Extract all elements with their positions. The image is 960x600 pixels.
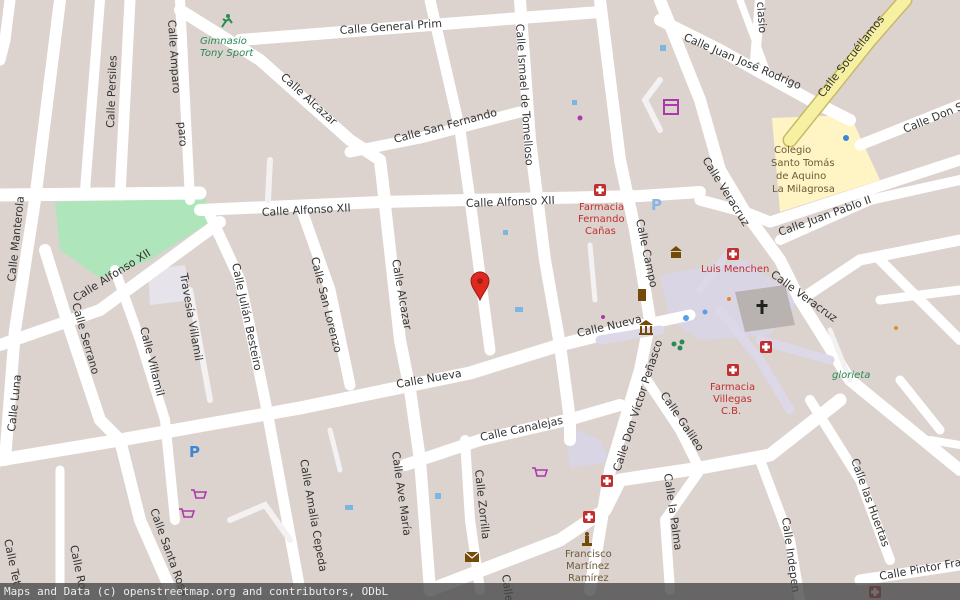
- poi-label-cb: C.B.: [721, 406, 741, 417]
- pharmacy-cross-icon[interactable]: [601, 475, 613, 487]
- poi-label-francisco: Francisco: [565, 549, 612, 560]
- poi-label-colegio: Colegio: [774, 145, 811, 156]
- street-label-persiles: Calle Persiles: [104, 55, 120, 128]
- poi-label-farmacia-villegas: Farmacia: [710, 382, 755, 393]
- poi-label-santo-tomas: Santo Tomás: [771, 157, 835, 169]
- poi-label-canas: Cañas: [585, 226, 616, 237]
- street-label-clasio: clasio: [754, 1, 769, 33]
- pharmacy-cross-icon[interactable]: [583, 511, 595, 523]
- pharmacy-cross-icon[interactable]: [760, 341, 772, 353]
- poi-label-tony-sport: Tony Sport: [200, 48, 254, 59]
- fountain-icon[interactable]: [702, 309, 708, 315]
- poi-label-farmacia-fc: Farmacia: [579, 202, 624, 213]
- mail-icon[interactable]: [464, 551, 480, 562]
- poi-label-glorieta: glorieta: [832, 370, 870, 381]
- parking-icon[interactable]: P: [651, 196, 662, 214]
- map-canvas[interactable]: Calle General Prim Calle Juan José Rodri…: [0, 0, 960, 600]
- poi-label-martinez: Martínez: [566, 560, 609, 572]
- poi-label-gimnasio: Gimnasio: [200, 36, 247, 47]
- poi-label-la-milagrosa: La Milagrosa: [772, 184, 835, 195]
- parking-icon[interactable]: P: [189, 443, 200, 461]
- street-label-amparo-cut: paro: [175, 121, 190, 147]
- map-view[interactable]: Calle General Prim Calle Juan José Rodri…: [0, 0, 960, 600]
- pharmacy-cross-icon[interactable]: [727, 248, 739, 260]
- map-attribution: Maps and Data (c) openstreetmap.org and …: [0, 583, 960, 600]
- fountain-icon[interactable]: [683, 315, 689, 321]
- church-building: [735, 285, 795, 332]
- poi-label-villegas: Villegas: [713, 394, 752, 405]
- pharmacy-cross-icon[interactable]: [594, 184, 606, 196]
- museum-icon[interactable]: [638, 289, 646, 301]
- pharmacy-cross-icon[interactable]: [727, 364, 739, 376]
- poi-label-de-aquino: de Aquino: [776, 171, 826, 182]
- poi-label-luis-menchen: Luis Menchen: [701, 264, 769, 275]
- poi-label-fernando: Fernando: [578, 214, 625, 225]
